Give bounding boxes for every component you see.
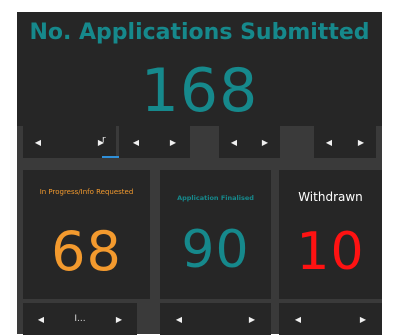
caret-left-icon[interactable]: ◀ [172, 315, 186, 324]
in-progress-nav: ◀ I... ▶ [23, 303, 137, 335]
submitted-nav-2: ◀ ▶ [119, 126, 190, 158]
caret-left-icon[interactable]: ◀ [129, 138, 143, 147]
withdrawn-value: 10 [296, 222, 365, 282]
caret-right-icon[interactable]: ▶ [166, 138, 180, 147]
withdrawn-nav: ◀ ▶ [279, 303, 382, 335]
finalised-card: Application Finalised 90 [160, 170, 271, 299]
submitted-nav-text: r [102, 135, 106, 145]
submitted-title: No. Applications Submitted [29, 20, 370, 45]
in-progress-value: 68 [51, 220, 122, 283]
active-tab-underline [102, 156, 120, 158]
withdrawn-label: Withdrawn [298, 190, 363, 204]
caret-right-icon[interactable]: ▶ [258, 138, 272, 147]
in-progress-label: In Progress/Info Requested [39, 188, 134, 196]
submitted-value: 168 [140, 56, 259, 126]
finalised-label: Application Finalised [177, 194, 254, 202]
submitted-nav-1: ◀ ▶ r [23, 126, 120, 158]
dashboard: No. Applications Submitted 168 ◀ ▶ r ◀ ▶… [17, 12, 382, 335]
submitted-panel: No. Applications Submitted 168 [17, 12, 382, 126]
caret-left-icon[interactable]: ◀ [322, 138, 336, 147]
submitted-nav-3: ◀ ▶ [219, 126, 280, 158]
finalised-nav: ◀ ▶ [160, 303, 271, 335]
in-progress-nav-text: I... [74, 314, 86, 324]
caret-right-icon[interactable]: ▶ [356, 315, 370, 324]
withdrawn-card: Withdrawn 10 [279, 170, 382, 299]
caret-right-icon[interactable]: ▶ [112, 315, 126, 324]
submitted-nav-4: ◀ ▶ [314, 126, 376, 158]
caret-left-icon[interactable]: ◀ [291, 315, 305, 324]
caret-right-icon[interactable]: ▶ [245, 315, 259, 324]
caret-right-icon[interactable]: ▶ [354, 138, 368, 147]
caret-left-icon[interactable]: ◀ [227, 138, 241, 147]
caret-left-icon[interactable]: ◀ [31, 138, 45, 147]
in-progress-card: In Progress/Info Requested 68 [23, 170, 150, 299]
caret-left-icon[interactable]: ◀ [34, 315, 48, 324]
finalised-value: 90 [181, 220, 250, 280]
